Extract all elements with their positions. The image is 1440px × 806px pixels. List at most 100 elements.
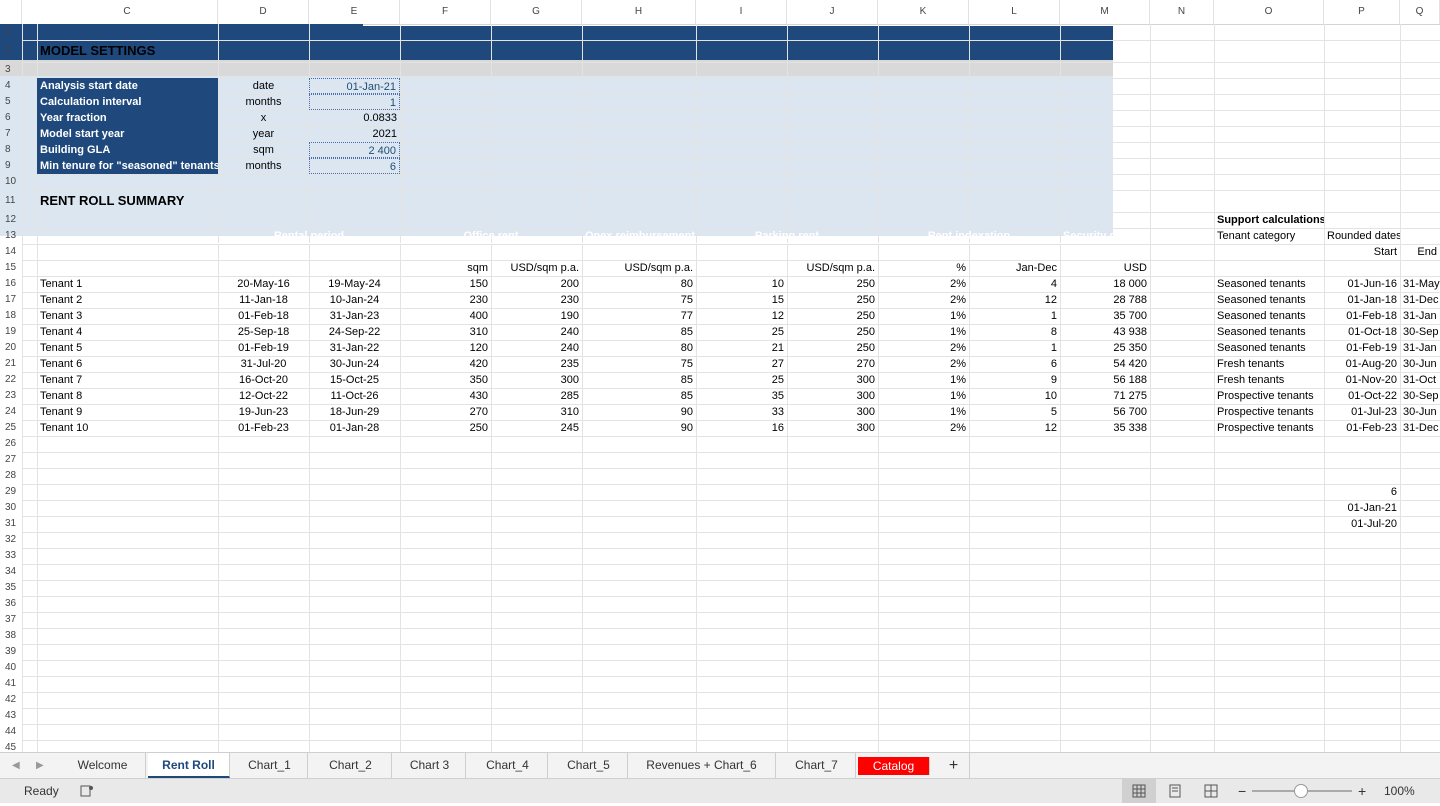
column-header[interactable]: K: [878, 0, 969, 24]
column-header[interactable]: F: [400, 0, 491, 24]
tenant-cell[interactable]: 230: [491, 292, 582, 308]
tenant-cell[interactable]: 85: [582, 388, 696, 404]
tenant-cell[interactable]: 6: [969, 356, 1060, 372]
row-header[interactable]: 19: [0, 324, 22, 340]
row-header[interactable]: 39: [0, 644, 22, 660]
support-start[interactable]: 01-Feb-23: [1324, 420, 1400, 436]
row-header[interactable]: 43: [0, 708, 22, 724]
row-header[interactable]: 22: [0, 372, 22, 388]
tab-prev-icon[interactable]: ◀: [12, 753, 20, 778]
row-header[interactable]: 29: [0, 484, 22, 500]
tenant-cell[interactable]: 250: [787, 308, 878, 324]
tenant-cell[interactable]: 300: [491, 372, 582, 388]
support-start[interactable]: 01-Oct-22: [1324, 388, 1400, 404]
row-header[interactable]: 16: [0, 276, 22, 292]
tenant-cell[interactable]: 300: [787, 388, 878, 404]
row-header[interactable]: 8: [0, 142, 22, 158]
column-header[interactable]: D: [218, 0, 309, 24]
tenant-cell[interactable]: 300: [787, 372, 878, 388]
row-header[interactable]: 23: [0, 388, 22, 404]
row-header[interactable]: 40: [0, 660, 22, 676]
support-category[interactable]: Fresh tenants: [1214, 356, 1324, 372]
column-header[interactable]: P: [1324, 0, 1400, 24]
page-layout-icon[interactable]: [1168, 779, 1182, 803]
tenant-cell[interactable]: 300: [787, 404, 878, 420]
sheet-tab-chart-5[interactable]: Chart_5: [550, 753, 628, 778]
tenant-cell[interactable]: 250: [787, 324, 878, 340]
row-header[interactable]: 32: [0, 532, 22, 548]
row-header[interactable]: 11: [0, 190, 22, 212]
row-header[interactable]: 14: [0, 244, 22, 260]
row-header[interactable]: 9: [0, 158, 22, 174]
settings-value[interactable]: 2 400: [309, 142, 400, 158]
tenant-cell[interactable]: 12: [969, 420, 1060, 436]
tenant-cell[interactable]: 35: [696, 388, 787, 404]
tenant-cell[interactable]: 25: [696, 372, 787, 388]
tenant-cell[interactable]: 230: [400, 292, 491, 308]
normal-view-icon[interactable]: [1122, 779, 1156, 803]
sheet-tab-welcome[interactable]: Welcome: [60, 753, 146, 778]
row-header[interactable]: 38: [0, 628, 22, 644]
tenant-cell[interactable]: 01-Feb-19: [218, 340, 309, 356]
tenant-cell[interactable]: 1%: [878, 388, 969, 404]
support-start[interactable]: 01-Nov-20: [1324, 372, 1400, 388]
tenant-name[interactable]: Tenant 6: [37, 356, 218, 372]
column-header[interactable]: L: [969, 0, 1060, 24]
support-start[interactable]: 01-Feb-18: [1324, 308, 1400, 324]
tenant-cell[interactable]: 31-Jul-20: [218, 356, 309, 372]
support-end[interactable]: 31-May: [1400, 276, 1440, 292]
tenant-cell[interactable]: 43 938: [1060, 324, 1150, 340]
tenant-cell[interactable]: 77: [582, 308, 696, 324]
tenant-cell[interactable]: 4: [969, 276, 1060, 292]
row-header[interactable]: 24: [0, 404, 22, 420]
support-category[interactable]: Seasoned tenants: [1214, 308, 1324, 324]
support-end[interactable]: 31-Jan: [1400, 340, 1440, 356]
support-category[interactable]: Prospective tenants: [1214, 404, 1324, 420]
row-header[interactable]: 41: [0, 676, 22, 692]
tenant-cell[interactable]: 01-Feb-18: [218, 308, 309, 324]
zoom-in-icon[interactable]: +: [1358, 779, 1366, 803]
support-category[interactable]: Seasoned tenants: [1214, 292, 1324, 308]
tenant-cell[interactable]: 1%: [878, 324, 969, 340]
tenant-cell[interactable]: 10: [696, 276, 787, 292]
column-header[interactable]: M: [1060, 0, 1150, 24]
support-end[interactable]: 30-Jun: [1400, 404, 1440, 420]
tenant-cell[interactable]: 2%: [878, 292, 969, 308]
tenant-cell[interactable]: 18 000: [1060, 276, 1150, 292]
tenant-cell[interactable]: 1%: [878, 308, 969, 324]
tenant-name[interactable]: Tenant 1: [37, 276, 218, 292]
tenant-cell[interactable]: 250: [787, 340, 878, 356]
tenant-cell[interactable]: 245: [491, 420, 582, 436]
tenant-cell[interactable]: 11-Jan-18: [218, 292, 309, 308]
tenant-cell[interactable]: 2%: [878, 356, 969, 372]
tenant-name[interactable]: Tenant 9: [37, 404, 218, 420]
tenant-cell[interactable]: 240: [491, 324, 582, 340]
tenant-name[interactable]: Tenant 8: [37, 388, 218, 404]
tenant-cell[interactable]: 10-Jan-24: [309, 292, 400, 308]
row-header[interactable]: 42: [0, 692, 22, 708]
column-header[interactable]: Q: [1400, 0, 1440, 24]
row-header[interactable]: 12: [0, 212, 22, 228]
row-header[interactable]: 1: [0, 24, 22, 40]
row-header[interactable]: 31: [0, 516, 22, 532]
tenant-cell[interactable]: 31-Jan-23: [309, 308, 400, 324]
tenant-cell[interactable]: 90: [582, 420, 696, 436]
tenant-cell[interactable]: 235: [491, 356, 582, 372]
tenant-cell[interactable]: 25: [696, 324, 787, 340]
tenant-cell[interactable]: 15-Oct-25: [309, 372, 400, 388]
column-header[interactable]: J: [787, 0, 878, 24]
tenant-cell[interactable]: 35 700: [1060, 308, 1150, 324]
tenant-cell[interactable]: 33: [696, 404, 787, 420]
tenant-cell[interactable]: 350: [400, 372, 491, 388]
row-header[interactable]: 37: [0, 612, 22, 628]
settings-value[interactable]: 01-Jan-21: [309, 78, 400, 94]
support-end[interactable]: 31-Oct: [1400, 372, 1440, 388]
support-start[interactable]: 01-Jun-16: [1324, 276, 1400, 292]
tenant-cell[interactable]: 01-Feb-23: [218, 420, 309, 436]
tenant-cell[interactable]: 75: [582, 292, 696, 308]
tenant-cell[interactable]: 11-Oct-26: [309, 388, 400, 404]
row-header[interactable]: 4: [0, 78, 22, 94]
support-end[interactable]: 31-Dec: [1400, 292, 1440, 308]
tenant-cell[interactable]: 285: [491, 388, 582, 404]
support-category[interactable]: Prospective tenants: [1214, 388, 1324, 404]
